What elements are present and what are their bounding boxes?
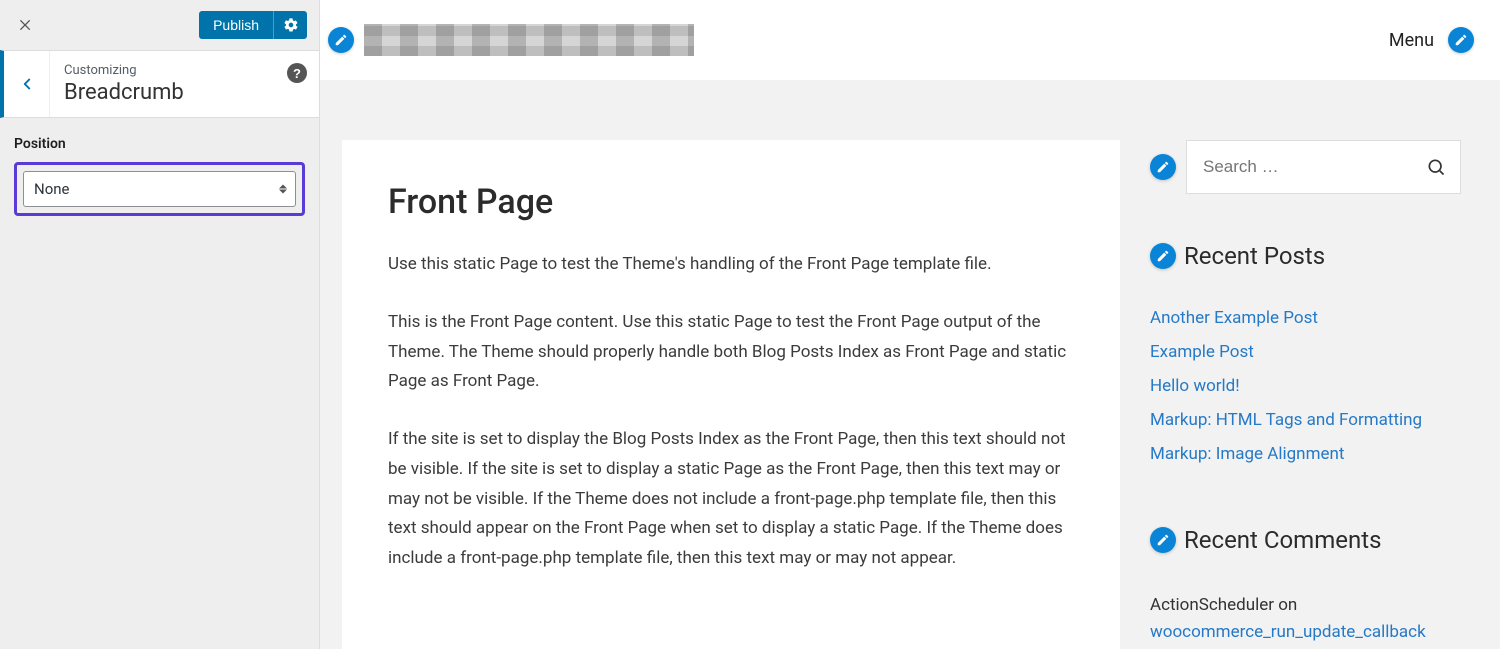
select-caret-icon bbox=[279, 185, 287, 194]
page-content: Front Page Use this static Page to test … bbox=[342, 140, 1120, 649]
recent-post-link[interactable]: Example Post bbox=[1150, 342, 1254, 362]
search-icon[interactable] bbox=[1426, 157, 1446, 177]
close-customizer-button[interactable] bbox=[12, 11, 40, 39]
edit-logo-shortcut[interactable] bbox=[328, 27, 354, 53]
position-label: Position bbox=[14, 136, 305, 152]
edit-menu-shortcut[interactable] bbox=[1448, 27, 1474, 53]
site-header: Menu bbox=[320, 0, 1500, 80]
preview-body: Front Page Use this static Page to test … bbox=[320, 80, 1500, 649]
list-item: Example Post bbox=[1150, 342, 1460, 362]
recent-post-link[interactable]: Markup: HTML Tags and Formatting bbox=[1150, 410, 1422, 430]
list-item: Another Example Post bbox=[1150, 308, 1460, 328]
search-widget-row bbox=[1150, 140, 1460, 194]
page-title: Front Page bbox=[388, 182, 1074, 222]
pencil-icon bbox=[1156, 160, 1170, 174]
recent-comments-widget: Recent Comments ActionScheduler on wooco… bbox=[1150, 506, 1460, 646]
back-button[interactable] bbox=[4, 51, 50, 117]
recent-comment-item: ActionScheduler on woocommerce_run_updat… bbox=[1150, 592, 1460, 646]
comment-author: ActionScheduler bbox=[1150, 595, 1274, 615]
preview-pane: Menu Front Page Use this static Page to … bbox=[320, 0, 1500, 649]
position-select-value: None bbox=[34, 180, 70, 198]
list-item: Hello world! bbox=[1150, 376, 1460, 396]
pencil-icon bbox=[1454, 33, 1468, 47]
help-button[interactable]: ? bbox=[287, 63, 307, 83]
gear-icon bbox=[283, 17, 299, 33]
position-select-highlight: None bbox=[14, 162, 305, 216]
edit-recent-comments-shortcut[interactable] bbox=[1150, 527, 1176, 553]
customizer-section-header: Customizing Breadcrumb ? bbox=[0, 50, 319, 118]
position-select[interactable]: None bbox=[23, 171, 296, 207]
search-box bbox=[1186, 140, 1461, 194]
pencil-icon bbox=[1156, 533, 1170, 547]
comment-on-text: on bbox=[1274, 595, 1297, 615]
list-item: Markup: HTML Tags and Formatting bbox=[1150, 410, 1460, 430]
recent-posts-title: Recent Posts bbox=[1184, 242, 1325, 270]
close-icon bbox=[18, 17, 34, 33]
recent-comments-title: Recent Comments bbox=[1184, 526, 1381, 554]
recent-posts-list: Another Example Post Example Post Hello … bbox=[1150, 308, 1460, 464]
customizer-panel: Publish Customizing Breadcrumb ? Positio… bbox=[0, 0, 320, 649]
edit-search-shortcut[interactable] bbox=[1150, 154, 1176, 180]
recent-post-link[interactable]: Markup: Image Alignment bbox=[1150, 444, 1344, 464]
site-logo-placeholder bbox=[364, 24, 694, 56]
publish-button[interactable]: Publish bbox=[199, 11, 273, 39]
list-item: Markup: Image Alignment bbox=[1150, 444, 1460, 464]
recent-post-link[interactable]: Another Example Post bbox=[1150, 308, 1318, 328]
recent-posts-widget: Recent Posts Another Example Post Exampl… bbox=[1150, 222, 1460, 478]
recent-post-link[interactable]: Hello world! bbox=[1150, 376, 1240, 396]
pencil-icon bbox=[1156, 249, 1170, 263]
page-paragraph: If the site is set to display the Blog P… bbox=[388, 425, 1074, 574]
search-input[interactable] bbox=[1201, 156, 1426, 178]
pencil-icon bbox=[334, 33, 348, 47]
customizer-actions: Publish bbox=[199, 11, 307, 39]
customizer-section-titles: Customizing Breadcrumb ? bbox=[50, 51, 319, 117]
page-paragraph: This is the Front Page content. Use this… bbox=[388, 308, 1074, 397]
customizer-body: Position None bbox=[0, 118, 319, 234]
chevron-left-icon bbox=[18, 75, 36, 93]
publish-settings-button[interactable] bbox=[273, 11, 307, 39]
customizer-supertitle: Customizing bbox=[64, 63, 305, 78]
edit-recent-posts-shortcut[interactable] bbox=[1150, 243, 1176, 269]
customizer-title: Breadcrumb bbox=[64, 80, 305, 105]
sidebar: Recent Posts Another Example Post Exampl… bbox=[1150, 140, 1460, 646]
comment-target-link[interactable]: woocommerce_run_update_callback bbox=[1150, 622, 1426, 642]
page-paragraph: Use this static Page to test the Theme's… bbox=[388, 250, 1074, 280]
menu-toggle[interactable]: Menu bbox=[1389, 30, 1434, 51]
customizer-topbar: Publish bbox=[0, 0, 319, 50]
